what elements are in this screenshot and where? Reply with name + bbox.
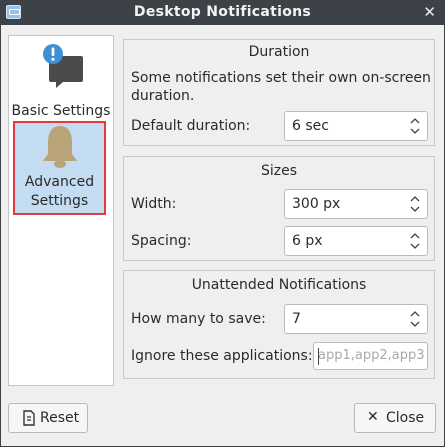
duration-description: duration. bbox=[131, 88, 195, 104]
ignore-apps-field[interactable] bbox=[313, 342, 428, 370]
sidebar-item-advanced-settings[interactable]: Advanced Settings bbox=[13, 121, 106, 215]
duration-section: Duration Some notifications set their ow… bbox=[123, 39, 435, 146]
spin-arrows-icon[interactable] bbox=[409, 116, 421, 136]
close-window-icon[interactable]: ✕ bbox=[423, 3, 436, 21]
reset-label: Reset bbox=[40, 410, 80, 426]
default-duration-value: 6 sec bbox=[292, 118, 329, 134]
settings-sidebar: Basic Settings Advanced Settings bbox=[8, 35, 114, 386]
how-many-value: 7 bbox=[292, 311, 301, 327]
how-many-label: How many to save: bbox=[131, 311, 266, 327]
spacing-value: 6 px bbox=[292, 233, 323, 249]
text-caret bbox=[318, 348, 319, 365]
title-bar[interactable]: Desktop Notifications ✕ bbox=[1, 1, 444, 25]
spin-arrows-icon[interactable] bbox=[409, 231, 421, 251]
unattended-section: Unattended Notifications How many to sav… bbox=[123, 270, 435, 379]
width-spinner[interactable]: 300 px bbox=[284, 189, 428, 219]
sidebar-item-label: Basic Settings bbox=[11, 103, 111, 119]
spacing-spinner[interactable]: 6 px bbox=[284, 226, 428, 256]
width-label: Width: bbox=[131, 196, 177, 212]
ignore-apps-label: Ignore these applications: bbox=[131, 348, 313, 364]
close-button[interactable]: ✕ Close bbox=[354, 403, 436, 433]
sidebar-item-label: Settings bbox=[30, 193, 89, 209]
default-duration-spinner[interactable]: 6 sec bbox=[284, 111, 428, 141]
sidebar-item-basic-settings[interactable]: Basic Settings bbox=[9, 44, 113, 126]
default-duration-label: Default duration: bbox=[131, 118, 251, 134]
unattended-title: Unattended Notifications bbox=[191, 277, 367, 293]
sizes-section: Sizes Width: 300 px Spacing: 6 px bbox=[123, 156, 435, 261]
width-value: 300 px bbox=[292, 196, 341, 212]
ignore-apps-input[interactable] bbox=[318, 348, 426, 363]
sidebar-item-label: Advanced bbox=[24, 174, 95, 190]
spin-arrows-icon[interactable] bbox=[409, 194, 421, 214]
how-many-spinner[interactable]: 7 bbox=[284, 304, 428, 334]
window-title: Desktop Notifications bbox=[133, 4, 312, 20]
notification-alert-icon bbox=[43, 44, 83, 88]
close-label: Close bbox=[386, 410, 425, 426]
spacing-label: Spacing: bbox=[131, 233, 192, 249]
close-icon: ✕ bbox=[367, 409, 379, 425]
duration-description: Some notifications set their own on-scre… bbox=[131, 70, 431, 86]
bell-icon bbox=[43, 126, 77, 168]
notifications-window: Desktop Notifications ✕ Basic Settings A… bbox=[0, 0, 445, 447]
reset-button[interactable]: Reset bbox=[8, 403, 88, 433]
spin-arrows-icon[interactable] bbox=[409, 309, 421, 329]
reset-document-icon bbox=[23, 410, 35, 426]
sizes-title: Sizes bbox=[260, 163, 298, 179]
duration-title: Duration bbox=[248, 44, 310, 60]
